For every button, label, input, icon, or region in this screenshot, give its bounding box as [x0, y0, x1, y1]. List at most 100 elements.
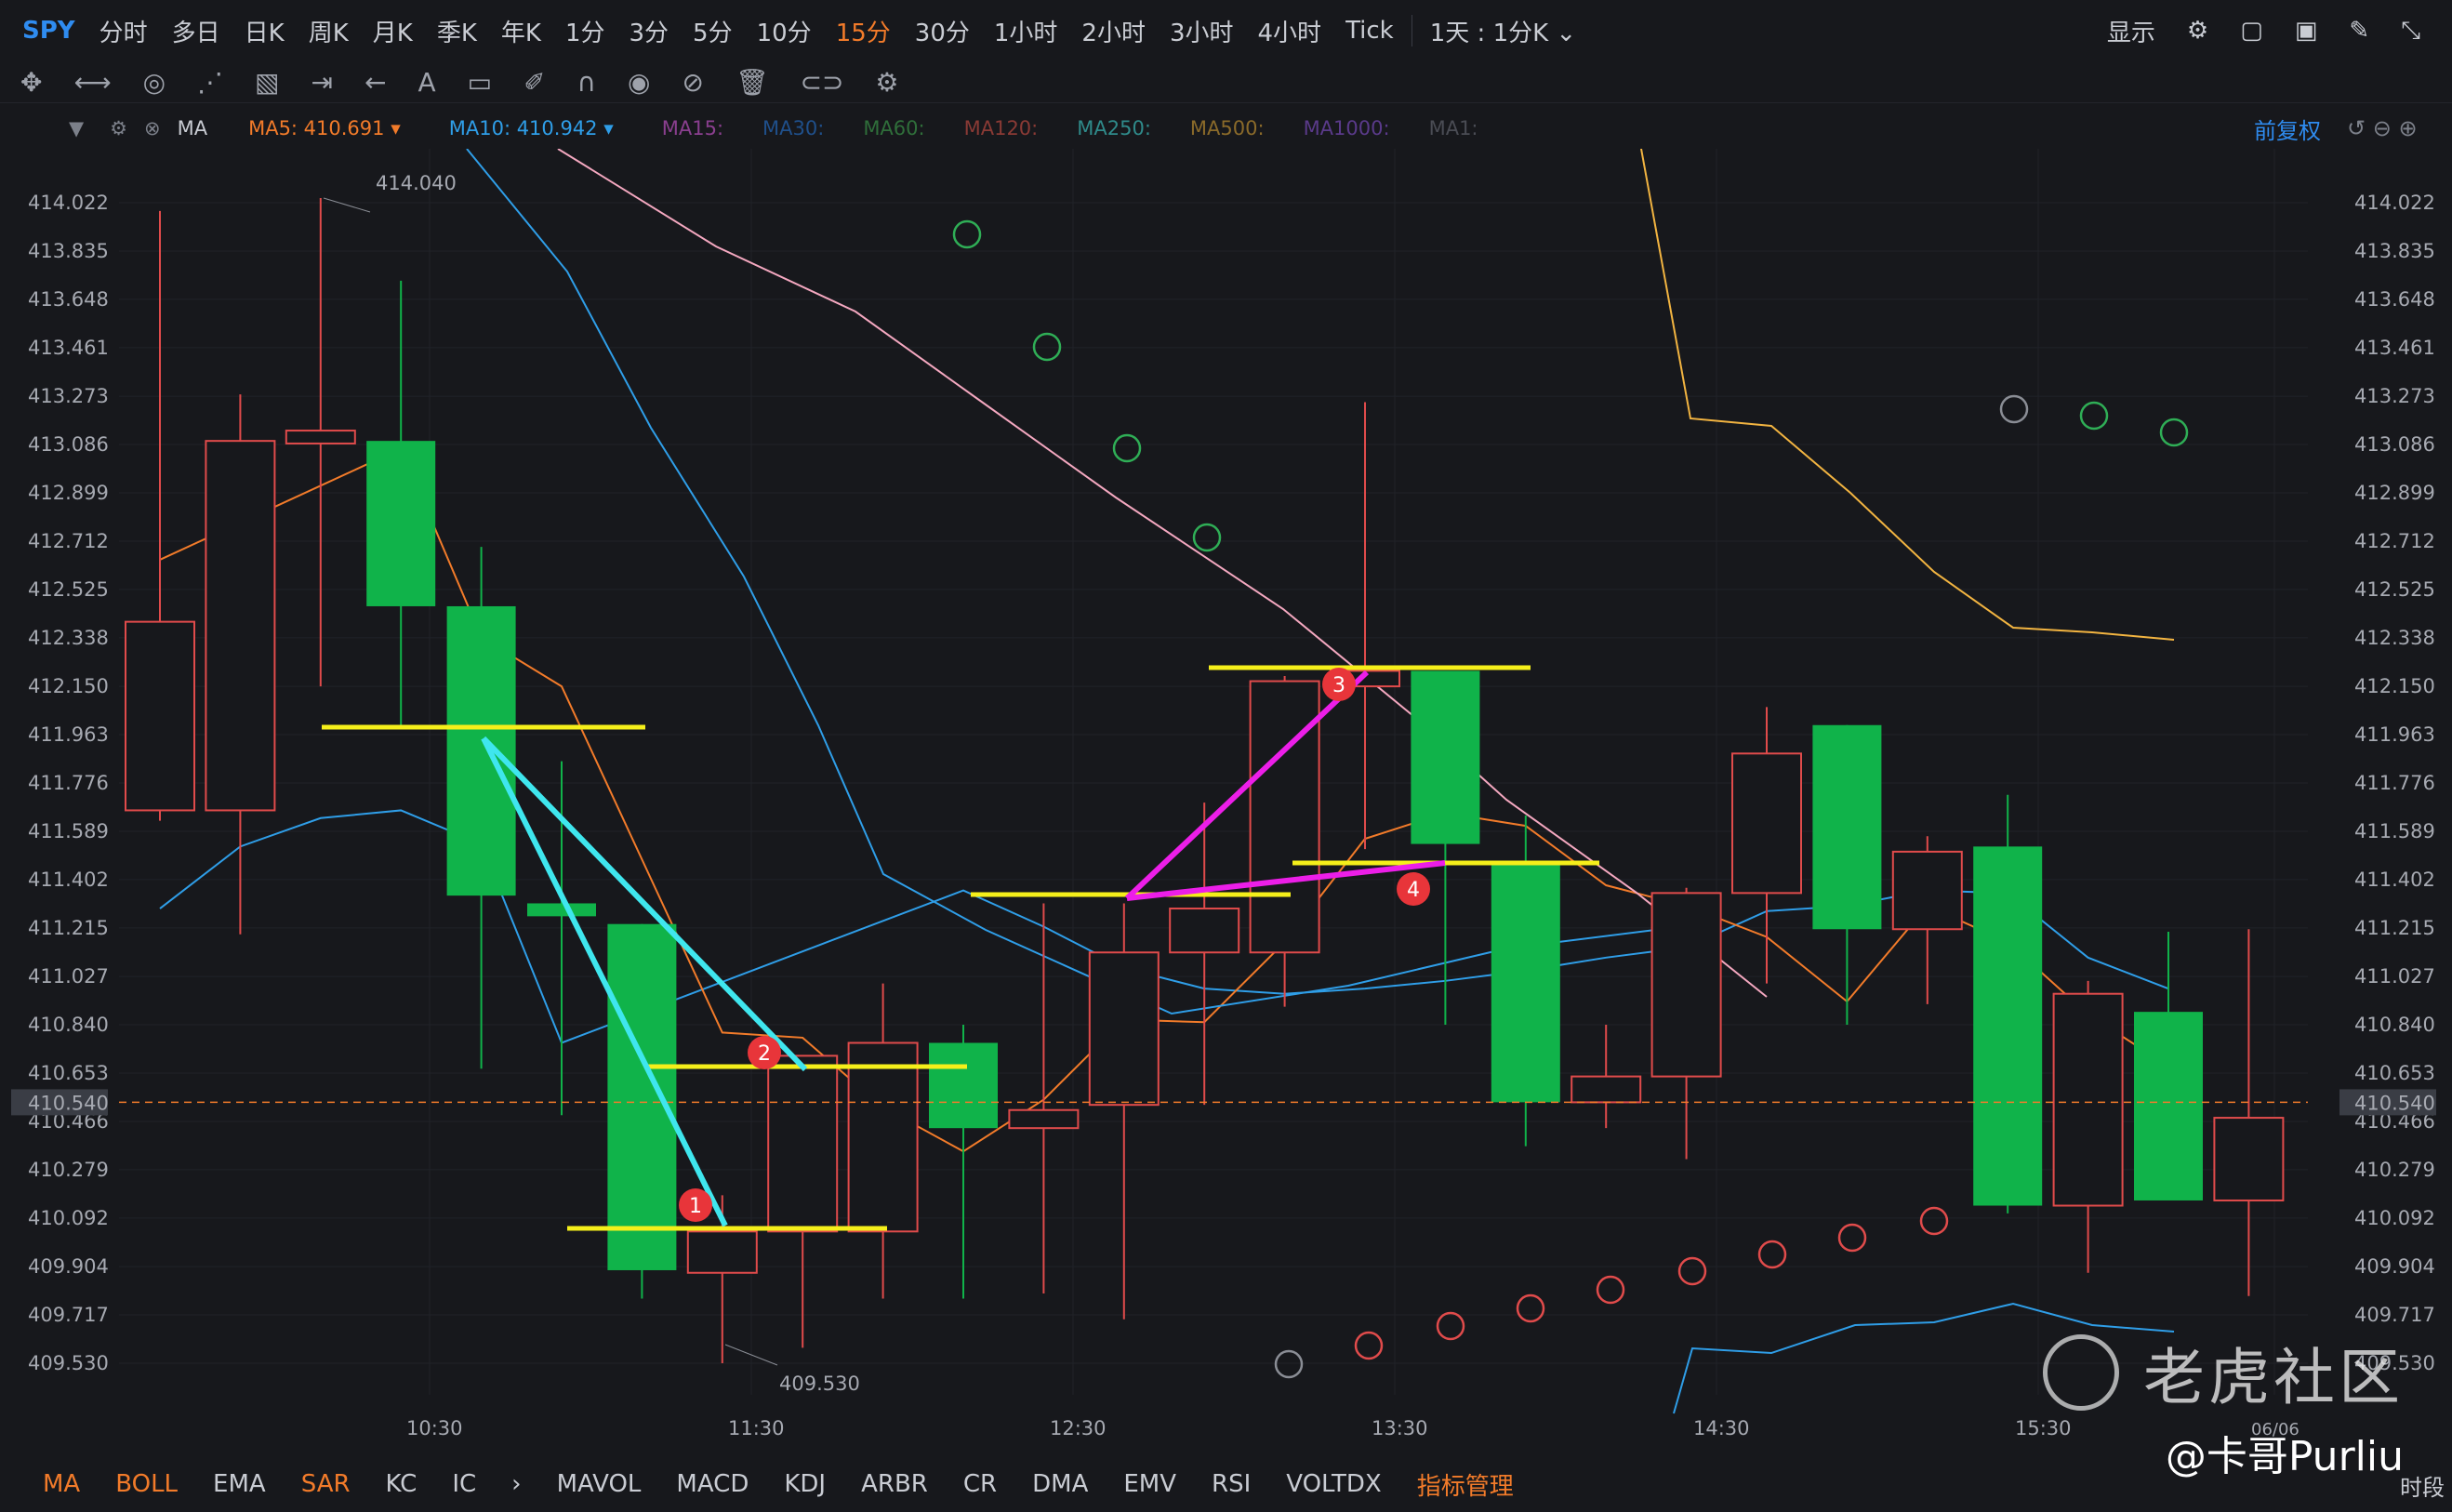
sar-point: [1274, 1349, 1304, 1379]
magnet-icon[interactable]: ∩: [577, 67, 597, 98]
candle-body: [1812, 724, 1882, 930]
timeframe-17[interactable]: Tick: [1333, 17, 1406, 45]
indicator-15[interactable]: VOLTDX: [1286, 1470, 1381, 1498]
text-tool-icon[interactable]: A: [418, 67, 435, 98]
indicator-4[interactable]: KC: [386, 1470, 418, 1498]
candlestick-chart[interactable]: 414.022 414.022 413.835 413.835 413.648 413.6…: [0, 149, 2452, 1451]
timeframe-1[interactable]: 多日: [160, 14, 232, 48]
settings-icon[interactable]: ⚙: [2187, 17, 2208, 45]
marker-number: 4: [1407, 879, 1420, 902]
timeframe-13[interactable]: 1小时: [982, 14, 1070, 48]
timeframe-14[interactable]: 2小时: [1069, 14, 1158, 48]
timeframe-4[interactable]: 月K: [361, 14, 425, 48]
sar-point: [1354, 1331, 1384, 1360]
sar-point: [1112, 433, 1142, 463]
candle-body: [847, 1041, 919, 1233]
indicator-9[interactable]: KDJ: [784, 1470, 826, 1498]
note-tool-icon[interactable]: ▭: [468, 67, 492, 98]
draw-icon[interactable]: ✎: [2349, 17, 2369, 45]
timeframe-5[interactable]: 季K: [425, 14, 489, 48]
sar-point: [1677, 1256, 1707, 1286]
ma-close-icon[interactable]: ⊗: [144, 117, 161, 139]
y-tick-left: 413.273: [28, 385, 109, 407]
eye-icon[interactable]: ◉: [628, 67, 650, 98]
measure-icon[interactable]: ⇥: [311, 67, 333, 98]
ma-legend-5: MA500:: [1189, 117, 1265, 139]
x-tick-label: 14:30: [1693, 1417, 1750, 1439]
indicator-7[interactable]: MAVOL: [557, 1470, 642, 1498]
candle-body: [366, 441, 436, 606]
indicator-2[interactable]: EMA: [213, 1470, 266, 1498]
indicator-0[interactable]: MA: [43, 1470, 80, 1498]
symbol-label[interactable]: SPY: [0, 17, 87, 45]
indicator-13[interactable]: EMV: [1123, 1470, 1176, 1498]
y-tick-right: 413.086: [2354, 433, 2435, 456]
indicator-16[interactable]: 指标管理: [1417, 1467, 1514, 1502]
y-tick-left: 411.776: [28, 772, 109, 794]
y-tick-left: 410.653: [28, 1062, 109, 1084]
timeframe-7[interactable]: 1分: [553, 14, 617, 48]
indicator-8[interactable]: MACD: [676, 1470, 749, 1498]
adjust-mode[interactable]: 前复权: [2254, 113, 2321, 145]
ma-legend-3: MA120:: [963, 117, 1039, 139]
indicator-11[interactable]: CR: [963, 1470, 997, 1498]
collapse-icon[interactable]: ▼: [69, 117, 84, 139]
ma-label[interactable]: MA: [178, 117, 207, 139]
indicator-6[interactable]: ›: [511, 1470, 521, 1498]
y-tick-right: 413.648: [2354, 288, 2435, 311]
pen-icon[interactable]: ✐: [524, 67, 545, 98]
indicator-12[interactable]: DMA: [1032, 1470, 1088, 1498]
display-menu[interactable]: 显示: [2107, 14, 2155, 48]
ma-settings-icon[interactable]: ⚙: [110, 117, 127, 139]
high-annotation-line: [323, 197, 371, 213]
layout-icon[interactable]: ▢: [2240, 17, 2263, 45]
y-tick-right: 412.712: [2354, 530, 2435, 552]
candle-body: [1169, 908, 1240, 954]
y-tick-left: 411.963: [28, 723, 109, 746]
fullscreen-icon[interactable]: ⤡: [2401, 17, 2420, 46]
indicator-14[interactable]: RSI: [1212, 1470, 1251, 1498]
ma-legend-1: MA30:: [762, 117, 825, 139]
camera-icon[interactable]: ▣: [2295, 17, 2318, 45]
timeframe-2[interactable]: 日K: [232, 14, 297, 48]
timeframe-11[interactable]: 15分: [824, 14, 903, 48]
timeframe-8[interactable]: 3分: [617, 14, 682, 48]
move-icon[interactable]: ✥: [20, 67, 42, 98]
candle-body: [2213, 1117, 2285, 1201]
link-icon[interactable]: ⊂⊃: [801, 67, 844, 98]
range-selector[interactable]: 1天 : 1分K ⌄: [1418, 14, 1588, 48]
timeframe-3[interactable]: 周K: [297, 14, 361, 48]
timeframe-0[interactable]: 分时: [87, 14, 160, 48]
timeframe-9[interactable]: 5分: [681, 14, 745, 48]
sar-point: [1516, 1293, 1545, 1323]
indicator-1[interactable]: BOLL: [115, 1470, 178, 1498]
session-label[interactable]: 时段: [2400, 1469, 2445, 1502]
indicator-10[interactable]: ARBR: [861, 1470, 928, 1498]
fib-tool-icon[interactable]: ▧: [255, 67, 279, 98]
candle-body: [1650, 892, 1722, 1078]
ma-long-blue: [466, 149, 1656, 1015]
zoom-controls[interactable]: ↺ ⊖ ⊕: [2347, 115, 2418, 141]
trash-icon[interactable]: 🗑: [736, 67, 769, 98]
ma-legend-7: MA1:: [1428, 117, 1478, 139]
timeframe-6[interactable]: 年K: [489, 14, 553, 48]
arrow-tool-icon[interactable]: ←: [364, 67, 386, 98]
y-tick-right: 413.461: [2354, 337, 2435, 359]
timeframe-16[interactable]: 4小时: [1246, 14, 1334, 48]
y-tick-left: 412.525: [28, 578, 109, 601]
timeframe-15[interactable]: 3小时: [1158, 14, 1246, 48]
indicator-3[interactable]: SAR: [301, 1470, 351, 1498]
candle-body: [1411, 670, 1480, 844]
shape-tool-icon[interactable]: ◎: [143, 67, 166, 98]
hide-icon[interactable]: ⊘: [682, 67, 703, 98]
wave-tool-icon[interactable]: ⋰: [197, 67, 223, 98]
timeframe-12[interactable]: 30分: [903, 14, 982, 48]
y-tick-left: 412.338: [28, 627, 109, 649]
line-tool-icon[interactable]: ⟷: [73, 67, 111, 98]
draw-settings-icon[interactable]: ⚙: [875, 67, 898, 98]
y-tick-right: 413.835: [2354, 240, 2435, 262]
indicator-5[interactable]: IC: [452, 1470, 476, 1498]
y-tick-right: 411.963: [2354, 723, 2435, 746]
y-tick-right: 410.092: [2354, 1207, 2435, 1229]
timeframe-10[interactable]: 10分: [745, 14, 824, 48]
